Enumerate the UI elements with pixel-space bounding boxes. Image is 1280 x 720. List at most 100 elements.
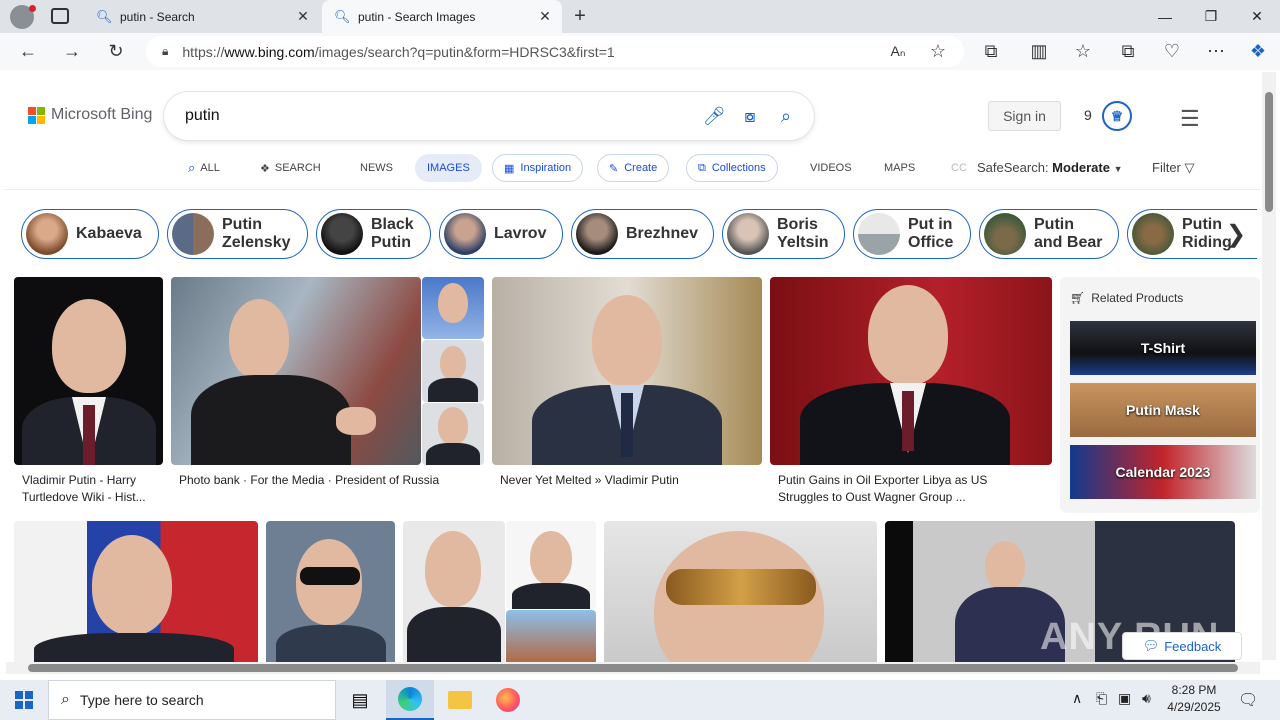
firefox-icon[interactable]	[484, 680, 532, 720]
close-window-icon[interactable]: ✕	[1234, 0, 1280, 33]
url-field[interactable]: 🔒︎ https://www.bing.com/images/search?q=…	[146, 36, 964, 67]
read-aloud-icon[interactable]: Aₙ	[882, 36, 914, 66]
create-button[interactable]: ✎ Create	[597, 154, 670, 182]
extensions-icon[interactable]: ⧉	[975, 36, 1007, 66]
image-result[interactable]	[14, 521, 258, 662]
related-chip-brezhnev[interactable]: Brezhnev	[571, 209, 714, 259]
new-tab-icon[interactable]: +	[568, 4, 592, 28]
visual-search-icon[interactable]: ⧇	[732, 106, 768, 127]
close-tab-icon[interactable]: ✕	[536, 8, 554, 25]
network-icon[interactable]: ▣	[1118, 690, 1131, 707]
chip-label: Lavrov	[494, 225, 547, 242]
image-caption[interactable]: Putin Gains in Oil Exporter Libya as US S…	[778, 472, 987, 506]
favorite-star-icon[interactable]: ☆	[922, 36, 954, 66]
image-result[interactable]	[422, 403, 484, 465]
product-tshirt[interactable]: T-Shirt	[1070, 321, 1256, 375]
restore-icon[interactable]: ❐	[1188, 0, 1234, 33]
browser-essentials-icon[interactable]: ♡	[1156, 36, 1188, 66]
hamburger-menu-icon[interactable]: ☰	[1180, 106, 1200, 132]
sign-in-button[interactable]: Sign in	[988, 101, 1061, 131]
chip-label: Black Putin	[371, 216, 414, 251]
scope-all[interactable]: ⌕ ALL	[188, 154, 220, 182]
chip-label: Brezhnev	[626, 225, 699, 242]
image-result[interactable]	[14, 277, 163, 465]
horizontal-scrollbar[interactable]	[6, 662, 1260, 674]
taskbar-search[interactable]: ⌕ Type here to search	[48, 680, 336, 720]
back-icon[interactable]: ←	[12, 36, 44, 66]
chip-thumbnail	[321, 213, 363, 255]
tab-putin-search-images[interactable]: 🔍︎ putin - Search Images ✕	[322, 0, 562, 33]
refresh-icon[interactable]: ↻	[100, 36, 132, 66]
notifications-icon[interactable]: 🗨︎	[1238, 690, 1258, 710]
related-products-panel: 🛒︎ Related Products T-Shirt Putin Mask Ca…	[1060, 277, 1260, 513]
start-button[interactable]	[0, 680, 48, 720]
related-chip-black-putin[interactable]: Black Putin	[316, 209, 431, 259]
image-result[interactable]	[266, 521, 395, 662]
image-caption[interactable]: Never Yet Melted » Vladimir Putin	[500, 472, 679, 489]
chip-thumbnail	[26, 213, 68, 255]
network-device-icon[interactable]: ⎗	[1096, 690, 1107, 707]
chevron-up-icon[interactable]: ∧	[1072, 690, 1082, 707]
search-icon[interactable]: ⌕	[768, 106, 804, 127]
scope-maps[interactable]: MAPS	[884, 154, 915, 182]
copilot-icon[interactable]: ❖	[1242, 36, 1274, 66]
search-input[interactable]: putin	[185, 107, 696, 125]
file-explorer-icon[interactable]	[436, 680, 484, 720]
search-box[interactable]: putin 🎤︎ ⧇ ⌕	[164, 92, 814, 140]
chevron-down-icon: ▼	[1113, 164, 1123, 174]
related-chip-lavrov[interactable]: Lavrov	[439, 209, 563, 259]
close-tab-icon[interactable]: ✕	[294, 8, 312, 25]
scrollbar-thumb[interactable]	[1265, 92, 1273, 212]
product-calendar-2023[interactable]: Calendar 2023	[1070, 445, 1256, 499]
taskbar-clock[interactable]: 8:28 PM 4/29/2025	[1160, 682, 1228, 716]
related-chip-boris-yeltsin[interactable]: Boris Yeltsin	[722, 209, 845, 259]
image-result[interactable]	[506, 610, 596, 662]
rewards-icon[interactable]: ♕	[1102, 101, 1132, 131]
image-result[interactable]	[171, 277, 421, 465]
scope-videos[interactable]: VIDEOS	[810, 154, 852, 182]
scope-label: IMAGES	[427, 162, 470, 174]
split-screen-icon[interactable]: ▥	[1023, 36, 1055, 66]
tab-actions-icon[interactable]	[51, 8, 69, 24]
microphone-icon[interactable]: 🎤︎	[696, 106, 732, 127]
feedback-button[interactable]: 💬︎ Feedback	[1122, 632, 1242, 660]
scope-search[interactable]: ❖ SEARCH	[260, 154, 321, 182]
collections-icon[interactable]: ⧉	[1112, 36, 1144, 66]
image-result[interactable]	[506, 521, 596, 609]
image-result[interactable]	[422, 340, 484, 402]
related-chip-putin-zelensky[interactable]: Putin Zelensky	[167, 209, 308, 259]
scope-more[interactable]: CC	[951, 154, 967, 182]
image-result[interactable]	[604, 521, 877, 662]
image-result[interactable]	[422, 277, 484, 339]
task-view-icon[interactable]: ▤	[336, 680, 384, 720]
safesearch-dropdown[interactable]: SafeSearch: Moderate ▼	[977, 160, 1123, 175]
forward-icon[interactable]: →	[56, 36, 88, 66]
image-caption[interactable]: Photo bank · For the Media · President o…	[179, 472, 439, 489]
minimize-icon[interactable]: —	[1142, 0, 1188, 33]
tab-putin-search[interactable]: 🔍︎ putin - Search ✕	[84, 0, 320, 33]
volume-icon[interactable]: 🔊︎	[1142, 690, 1151, 707]
collections-button[interactable]: ⧉ Collections	[686, 154, 778, 182]
scope-label: ALL	[200, 162, 220, 174]
image-result[interactable]	[770, 277, 1052, 465]
favorites-icon[interactable]: ☆	[1067, 36, 1099, 66]
chevron-right-icon[interactable]: ❯	[1226, 220, 1246, 249]
scope-images[interactable]: IMAGES	[415, 154, 482, 182]
product-putin-mask[interactable]: Putin Mask	[1070, 383, 1256, 437]
related-chip-kabaeva[interactable]: Kabaeva	[21, 209, 159, 259]
related-chip-putin-and-bear[interactable]: Putin and Bear	[979, 209, 1119, 259]
image-result[interactable]	[492, 277, 762, 465]
scope-label: SEARCH	[274, 162, 321, 174]
filter-button[interactable]: Filter ▽	[1152, 160, 1195, 176]
more-menu-icon[interactable]: ⋯	[1200, 36, 1232, 66]
related-chip-put-in-office[interactable]: Put in Office	[853, 209, 971, 259]
cart-icon: 🛒︎	[1070, 291, 1086, 305]
vertical-scrollbar[interactable]	[1262, 72, 1276, 660]
scope-news[interactable]: NEWS	[360, 154, 393, 182]
scrollbar-thumb[interactable]	[28, 664, 1238, 672]
image-result[interactable]	[403, 521, 505, 662]
image-caption[interactable]: Vladimir Putin - Harry Turtledove Wiki - …	[22, 472, 146, 506]
inspiration-button[interactable]: ▦ Inspiration	[492, 154, 584, 182]
bing-logo[interactable]: Microsoft Bing	[28, 106, 152, 124]
edge-taskbar-icon[interactable]	[386, 680, 434, 720]
